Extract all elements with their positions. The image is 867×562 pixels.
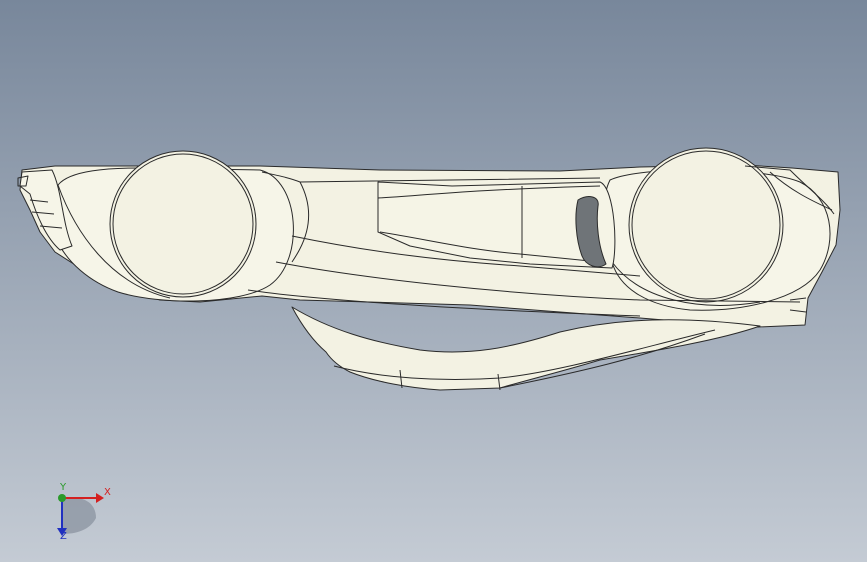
axis-x-arrow [96,493,104,503]
axis-y-label: Y [60,482,67,493]
axis-z-label: Z [60,531,67,542]
axis-x-label: X [104,487,111,498]
cad-graphics-viewport[interactable]: X Y Z [0,0,867,562]
car-body-model[interactable] [0,0,867,562]
rear-wheel [628,147,784,303]
front-wheel [109,150,257,298]
triad-graphic [57,493,104,536]
axis-y-marker [58,494,66,502]
orientation-triad: X Y Z [44,482,124,544]
